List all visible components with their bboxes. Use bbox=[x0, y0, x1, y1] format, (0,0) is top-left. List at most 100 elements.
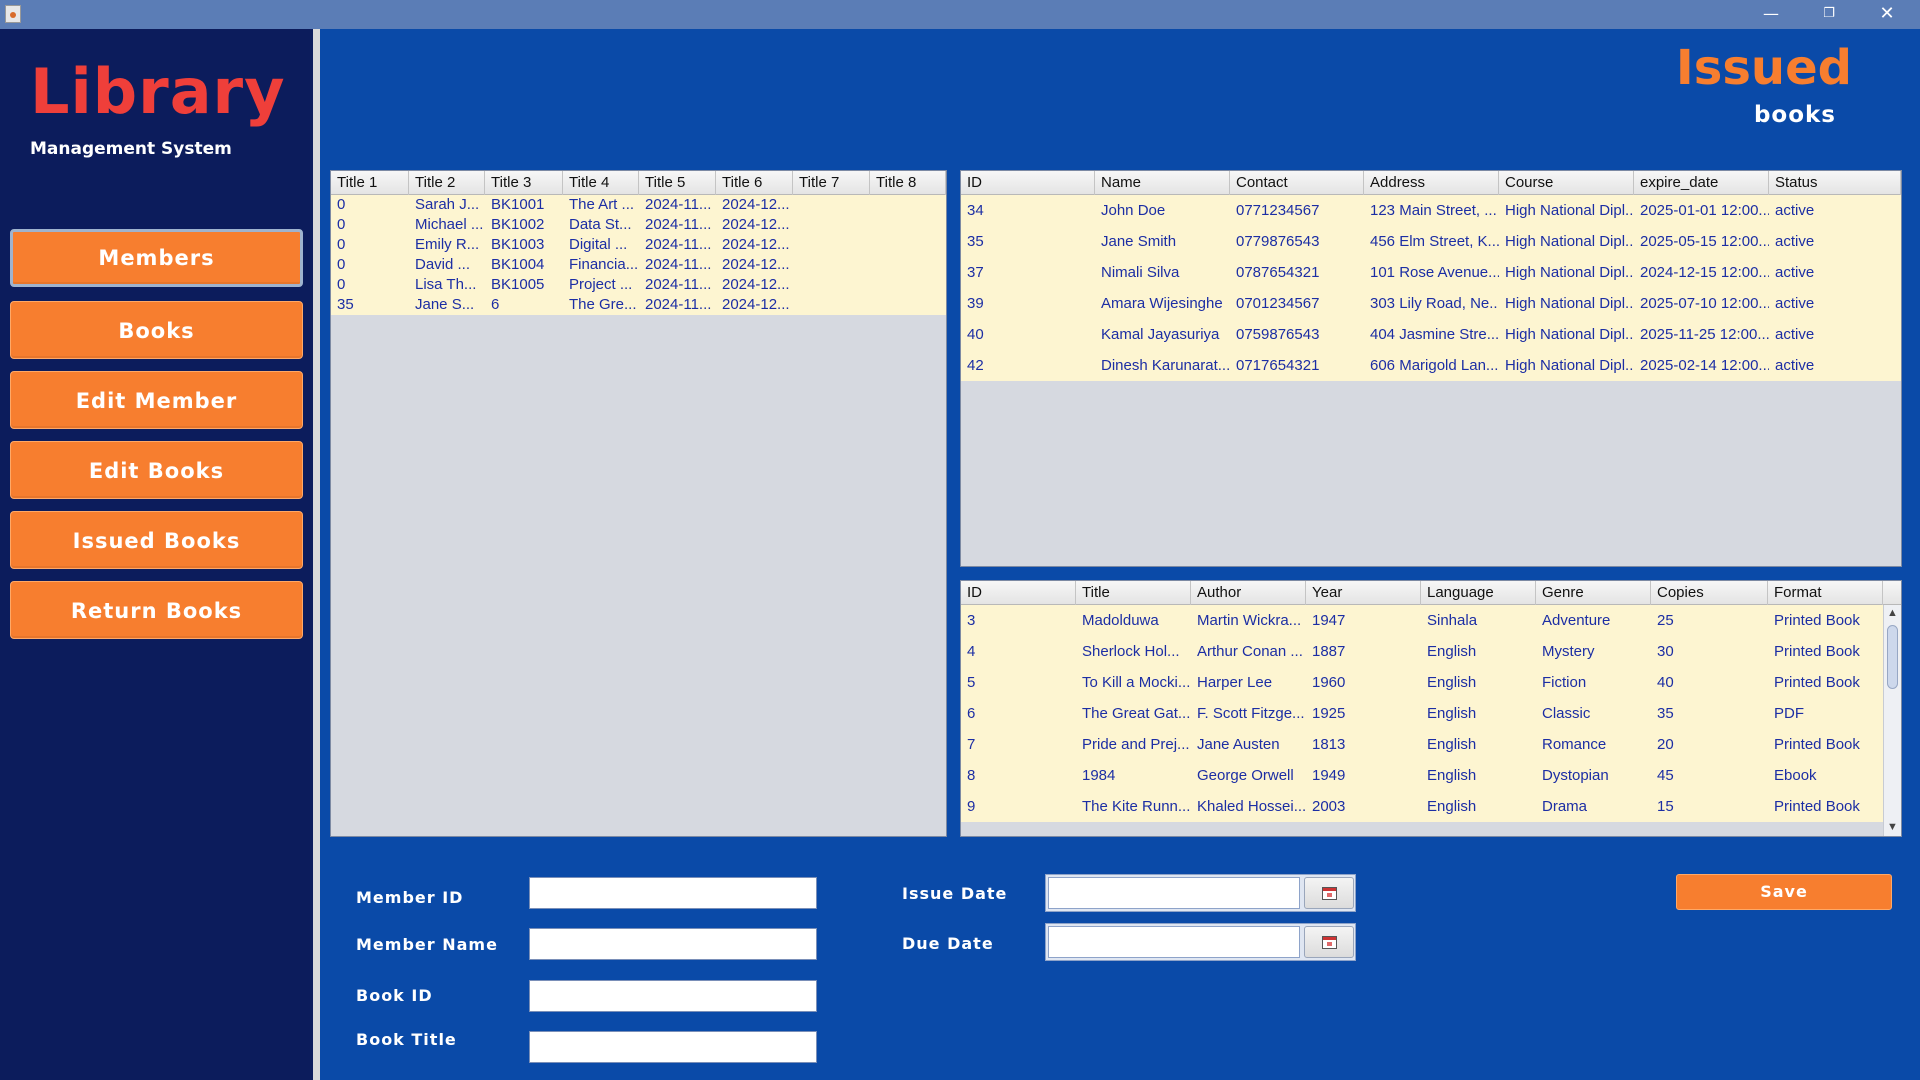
nav-edit-member-button[interactable]: Edit Member bbox=[10, 371, 303, 429]
column-header[interactable]: Year bbox=[1306, 581, 1421, 605]
table-cell: 0 bbox=[337, 276, 346, 293]
table-row[interactable]: 35 Jane S... 6 The Gre... 2024-11... 2024-12.… bbox=[331, 295, 946, 315]
table-cell: 2025-01-01 12:00... bbox=[1640, 202, 1769, 219]
minimize-icon[interactable]: — bbox=[1748, 0, 1794, 29]
issue-date-label: Issue Date bbox=[902, 884, 1008, 903]
table-cell: Digital ... bbox=[569, 236, 628, 253]
table-cell: 1947 bbox=[1312, 612, 1346, 629]
books-table[interactable]: ID Title Author Year Language Genre Copies Form… bbox=[960, 580, 1902, 837]
table-row[interactable]: 4 Sherlock Hol... Arthur Conan ... 1887 Engl… bbox=[961, 636, 1883, 667]
scroll-thumb[interactable] bbox=[1887, 625, 1898, 689]
member-name-input[interactable] bbox=[529, 928, 817, 960]
table-row[interactable]: 0 Sarah J... BK1001 The Art ... 2024-11... 20… bbox=[331, 195, 946, 215]
scroll-up-arrow-icon[interactable]: ▲ bbox=[1884, 605, 1901, 622]
table-cell: 0717654321 bbox=[1236, 357, 1320, 374]
issued-books-table[interactable]: Title 1 Title 2 Title 3 Title 4 Title 5 Title… bbox=[330, 170, 947, 837]
table-cell: 1813 bbox=[1312, 736, 1346, 753]
book-id-input[interactable] bbox=[529, 980, 817, 1012]
column-header[interactable]: Title 4 bbox=[563, 171, 639, 195]
nav-members-button[interactable]: Members bbox=[10, 229, 303, 287]
close-icon[interactable]: ✕ bbox=[1864, 0, 1910, 29]
table-row[interactable]: 0 David ... BK1004 Financia... 2024-11... 202… bbox=[331, 255, 946, 275]
column-header[interactable]: Title 7 bbox=[793, 171, 870, 195]
table-cell: Khaled Hossei... bbox=[1197, 798, 1306, 815]
nav-edit-books-button[interactable]: Edit Books bbox=[10, 441, 303, 499]
table-cell: 1984 bbox=[1082, 767, 1116, 784]
members-table[interactable]: ID Name Contact Address Course expire_date Sta… bbox=[960, 170, 1902, 567]
books-table-scrollbar[interactable]: ▲ ▼ bbox=[1883, 605, 1901, 836]
column-header[interactable]: Format bbox=[1768, 581, 1883, 605]
save-button[interactable]: Save bbox=[1676, 874, 1892, 910]
table-row[interactable]: 42 Dinesh Karunarat... 0717654321 606 Marig… bbox=[961, 350, 1901, 381]
book-title-input[interactable] bbox=[529, 1031, 817, 1063]
column-header[interactable]: Status bbox=[1769, 171, 1901, 195]
table-cell: The Kite Runn... bbox=[1082, 798, 1191, 815]
column-header[interactable]: Language bbox=[1421, 581, 1536, 605]
column-header[interactable]: expire_date bbox=[1634, 171, 1769, 195]
column-header[interactable]: Copies bbox=[1651, 581, 1768, 605]
column-header[interactable]: ID bbox=[961, 581, 1076, 605]
table-cell: English bbox=[1427, 705, 1477, 722]
table-cell: 35 bbox=[967, 233, 984, 250]
due-date-label: Due Date bbox=[902, 934, 994, 953]
table-row[interactable]: 34 John Doe 0771234567 123 Main Street, ...… bbox=[961, 195, 1901, 226]
maximize-icon[interactable]: ❐ bbox=[1806, 0, 1852, 29]
due-date-input[interactable] bbox=[1048, 926, 1300, 958]
table-cell: Pride and Prej... bbox=[1082, 736, 1190, 753]
issue-date-calendar-button[interactable] bbox=[1304, 877, 1354, 909]
table-cell: The Great Gat... bbox=[1082, 705, 1191, 722]
member-id-input[interactable] bbox=[529, 877, 817, 909]
column-header[interactable]: Contact bbox=[1230, 171, 1364, 195]
column-header[interactable]: Title 5 bbox=[639, 171, 716, 195]
table-cell: English bbox=[1427, 798, 1477, 815]
column-header[interactable]: Author bbox=[1191, 581, 1306, 605]
table-cell: 45 bbox=[1657, 767, 1674, 784]
table-cell: 101 Rose Avenue... bbox=[1370, 264, 1499, 281]
table-row[interactable]: 7 Pride and Prej... Jane Austen 1813 English… bbox=[961, 729, 1883, 760]
nav-books-button[interactable]: Books bbox=[10, 301, 303, 359]
column-header[interactable]: Title bbox=[1076, 581, 1191, 605]
table-cell bbox=[870, 255, 946, 275]
table-row[interactable]: 3 Madolduwa Martin Wickra... 1947 Sinhala Adv… bbox=[961, 605, 1883, 636]
scroll-down-arrow-icon[interactable]: ▼ bbox=[1884, 819, 1901, 836]
table-cell: active bbox=[1775, 233, 1815, 250]
table-row[interactable]: 39 Amara Wijesinghe 0701234567 303 Lily Roa… bbox=[961, 288, 1901, 319]
table-cell bbox=[793, 295, 870, 315]
issue-date-input[interactable] bbox=[1048, 877, 1300, 909]
column-header[interactable]: Title 8 bbox=[870, 171, 946, 195]
column-header[interactable]: Title 6 bbox=[716, 171, 793, 195]
table-row[interactable]: 37 Nimali Silva 0787654321 101 Rose Avenue.… bbox=[961, 257, 1901, 288]
table-cell: Adventure bbox=[1542, 612, 1611, 629]
column-header[interactable]: Title 2 bbox=[409, 171, 485, 195]
table-row[interactable]: 8 1984 George Orwell 1949 English Dystopian 45… bbox=[961, 760, 1883, 791]
table-cell: 2024-12... bbox=[722, 196, 790, 213]
column-header[interactable]: Genre bbox=[1536, 581, 1651, 605]
table-cell: Fiction bbox=[1542, 674, 1587, 691]
column-header[interactable]: Name bbox=[1095, 171, 1230, 195]
column-header[interactable]: Course bbox=[1499, 171, 1634, 195]
table-row[interactable]: 40 Kamal Jayasuriya 0759876543 404 Jasmine … bbox=[961, 319, 1901, 350]
table-cell: Printed Book bbox=[1774, 643, 1860, 660]
column-header[interactable]: Address bbox=[1364, 171, 1499, 195]
column-header[interactable]: Title 3 bbox=[485, 171, 563, 195]
table-cell: 2024-12-15 12:00... bbox=[1640, 264, 1769, 281]
column-header[interactable]: ID bbox=[961, 171, 1095, 195]
due-date-calendar-button[interactable] bbox=[1304, 926, 1354, 958]
table-cell: Data St... bbox=[569, 216, 632, 233]
table-row[interactable]: 6 The Great Gat... F. Scott Fitzge... 1925 E… bbox=[961, 698, 1883, 729]
table-cell bbox=[870, 295, 946, 315]
table-cell bbox=[870, 275, 946, 295]
table-row[interactable]: 0 Emily R... BK1003 Digital ... 2024-11... 20… bbox=[331, 235, 946, 255]
table-row[interactable]: 0 Lisa Th... BK1005 Project ... 2024-11... 20… bbox=[331, 275, 946, 295]
table-row[interactable]: 5 To Kill a Mocki... Harper Lee 1960 English… bbox=[961, 667, 1883, 698]
table-cell: F. Scott Fitzge... bbox=[1197, 705, 1305, 722]
nav-issued-books-button[interactable]: Issued Books bbox=[10, 511, 303, 569]
nav-return-books-button[interactable]: Return Books bbox=[10, 581, 303, 639]
table-row[interactable]: 35 Jane Smith 0779876543 456 Elm Street, K.… bbox=[961, 226, 1901, 257]
column-header[interactable]: Title 1 bbox=[331, 171, 409, 195]
table-row[interactable]: 9 The Kite Runn... Khaled Hossei... 2003 Eng… bbox=[961, 791, 1883, 822]
table-row[interactable]: 0 Michael ... BK1002 Data St... 2024-11... 20… bbox=[331, 215, 946, 235]
table-cell: 0 bbox=[337, 196, 346, 213]
table-cell: 0 bbox=[337, 256, 346, 273]
table-cell: 303 Lily Road, Ne... bbox=[1370, 295, 1499, 312]
